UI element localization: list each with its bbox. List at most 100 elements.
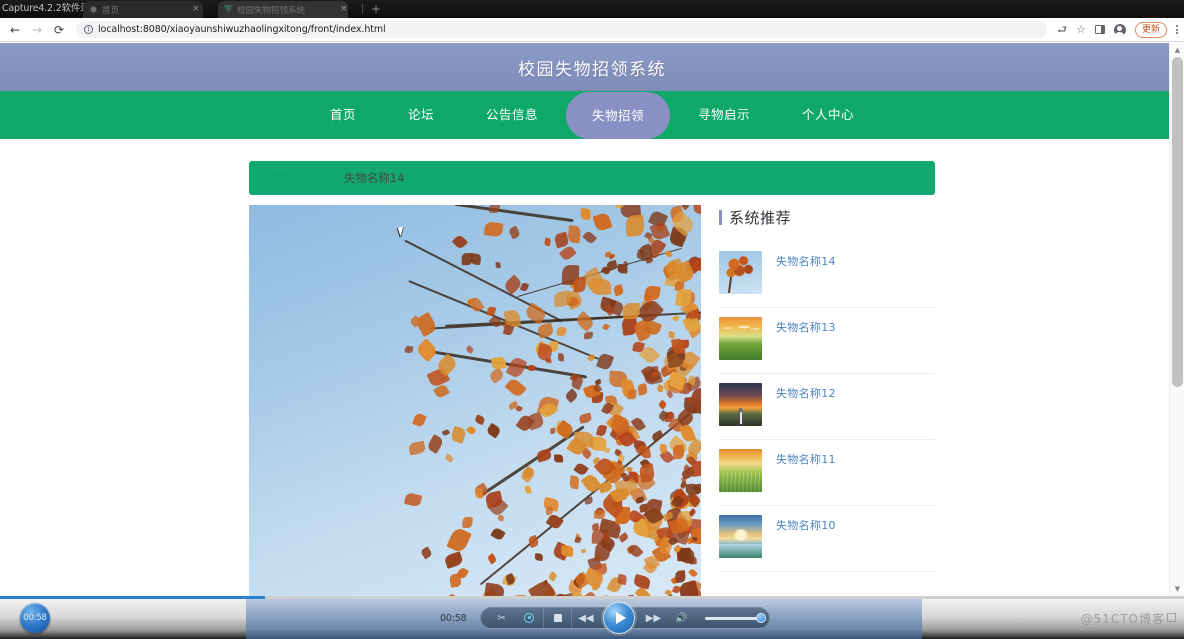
- maple-leaf: [487, 553, 498, 565]
- maple-leaf: [536, 322, 554, 339]
- maple-leaf: [488, 367, 505, 383]
- maple-leaf: [451, 234, 468, 251]
- maple-leaf: [446, 527, 471, 555]
- recommendation-thumbnail: [719, 251, 762, 294]
- screen-root: Capture4.2.2软件录制 首页 × 校园失物招领系统 × + ← → ⟳…: [0, 0, 1184, 639]
- maple-leaf: [412, 412, 426, 427]
- maple-leaf: [441, 428, 450, 436]
- record-icon[interactable]: [515, 608, 543, 628]
- maple-leaf: [485, 423, 501, 439]
- maple-leaf: [688, 406, 696, 414]
- nav-item-lost-and-found[interactable]: 失物招领: [566, 92, 670, 139]
- maple-leaf: [602, 323, 610, 331]
- maple-leaf: [581, 448, 593, 460]
- list-item[interactable]: 失物名称11: [719, 440, 935, 506]
- recording-time-badge: 00:58: [20, 603, 50, 633]
- share-icon[interactable]: ⮐: [1057, 24, 1067, 35]
- maple-leaf: [578, 413, 592, 424]
- maple-leaf: [668, 331, 675, 339]
- maple-leaf: [692, 257, 701, 273]
- maple-leaf: [506, 355, 528, 379]
- breadcrumb-home-link[interactable]: 首页: [269, 170, 292, 186]
- page-body: 首页 / 失物名称14: [0, 139, 1184, 596]
- browser-tab-1[interactable]: 首页: [83, 1, 203, 18]
- profile-avatar-icon[interactable]: [1114, 24, 1126, 36]
- breadcrumb-current: 失物名称14: [344, 170, 405, 186]
- browser-tab-1-close-icon[interactable]: ×: [192, 4, 200, 14]
- update-button[interactable]: 更新: [1135, 22, 1167, 38]
- nav-item-seeking-notice[interactable]: 寻物启示: [672, 91, 776, 139]
- scroll-up-arrow-icon[interactable]: ▲: [1170, 43, 1184, 57]
- site-info-icon[interactable]: i: [84, 25, 93, 34]
- recommendation-label[interactable]: 失物名称12: [776, 383, 836, 402]
- bookmark-star-icon[interactable]: ☆: [1076, 24, 1086, 35]
- maple-leaf: [474, 488, 483, 498]
- maple-leaf: [548, 572, 558, 582]
- playback-control-pill: ✂ ◀◀ ▶▶ 🔊: [480, 607, 770, 629]
- volume-slider-knob[interactable]: [756, 613, 766, 623]
- maple-leaf: [408, 441, 426, 455]
- nav-item-announcements[interactable]: 公告信息: [460, 91, 564, 139]
- maple-leaf: [584, 332, 594, 340]
- content-columns: 系统推荐 失物名称14 失物名称13 失物名称12: [249, 205, 935, 596]
- maple-leaf: [420, 546, 433, 559]
- lost-item-hero-image[interactable]: [249, 205, 701, 596]
- volume-slider[interactable]: [705, 617, 763, 620]
- new-tab-button[interactable]: +: [371, 3, 381, 15]
- recommendation-label[interactable]: 失物名称11: [776, 449, 836, 468]
- list-item[interactable]: 失物名称14: [719, 242, 935, 308]
- nav-item-user-center[interactable]: 个人中心: [776, 91, 880, 139]
- maple-leaf: [450, 426, 467, 444]
- scroll-down-arrow-icon[interactable]: ▼: [1170, 582, 1184, 596]
- maple-leaf: [679, 548, 696, 564]
- maple-leaf: [564, 388, 579, 403]
- browser-tab-2-close-icon[interactable]: ×: [340, 4, 348, 14]
- reload-button-icon[interactable]: ⟳: [48, 19, 70, 41]
- maple-leaf: [484, 221, 504, 238]
- nav-item-forum[interactable]: 论坛: [382, 91, 460, 139]
- recommendation-label[interactable]: 失物名称14: [776, 251, 836, 270]
- stop-button-icon[interactable]: [543, 608, 571, 628]
- browser-tab-1-label: 首页: [102, 4, 119, 16]
- recorder-control-bar: 00:58 @51CTO博客 00:58 ✂ ◀◀ ▶▶ 🔊: [0, 596, 1184, 639]
- recommendation-label[interactable]: 失物名称13: [776, 317, 836, 336]
- list-item[interactable]: 失物名称13: [719, 308, 935, 374]
- recommendation-sidebar: 系统推荐 失物名称14 失物名称13 失物名称12: [719, 205, 935, 596]
- volume-icon[interactable]: 🔊: [667, 608, 695, 628]
- recommendation-label[interactable]: 失物名称10: [776, 515, 836, 534]
- maple-leaf: [637, 384, 648, 396]
- maple-leaf: [536, 449, 552, 463]
- watermark-text: @51CTO博客: [1081, 612, 1165, 626]
- cut-icon[interactable]: ✂: [487, 608, 515, 628]
- list-item[interactable]: 失物名称10: [719, 506, 935, 572]
- back-button-icon[interactable]: ←: [4, 19, 26, 41]
- maple-leaf: [585, 496, 594, 504]
- maple-leaf: [605, 448, 611, 453]
- page-scrollbar[interactable]: ▲ ▼: [1169, 43, 1184, 596]
- maple-leaf: [594, 542, 610, 562]
- scrollbar-thumb[interactable]: [1172, 57, 1183, 387]
- maple-leaf: [625, 215, 644, 237]
- browser-tab-2[interactable]: 校园失物招领系统: [218, 1, 348, 18]
- maple-leaf: [596, 353, 614, 372]
- address-bar-url: localhost:8080/xiaoyaunshiwuzhaolingxito…: [98, 24, 386, 35]
- fast-forward-button-icon[interactable]: ▶▶: [639, 608, 667, 628]
- forward-button-icon[interactable]: →: [26, 19, 48, 41]
- rewind-button-icon[interactable]: ◀◀: [571, 608, 599, 628]
- playback-time-label: 00:58: [440, 613, 466, 624]
- chrome-menu-icon[interactable]: [1176, 25, 1178, 34]
- address-bar[interactable]: i localhost:8080/xiaoyaunshiwuzhaolingxi…: [76, 21, 1047, 38]
- maple-leaf: [582, 230, 597, 245]
- list-item[interactable]: 失物名称12: [719, 374, 935, 440]
- main-navigation: 首页 论坛 公告信息 失物招领 寻物启示 个人中心: [0, 91, 1184, 139]
- recommendation-heading-label: 系统推荐: [729, 207, 791, 228]
- side-panel-icon[interactable]: [1095, 25, 1105, 34]
- nav-item-home[interactable]: 首页: [304, 91, 382, 139]
- watermark: @51CTO博客: [1081, 610, 1176, 627]
- maple-leaf: [497, 514, 505, 521]
- maple-leaf: [645, 257, 653, 264]
- maple-leaf: [516, 405, 523, 412]
- maple-leaf: [495, 262, 500, 268]
- maple-leaf: [403, 492, 421, 507]
- maple-leaf: [503, 324, 514, 335]
